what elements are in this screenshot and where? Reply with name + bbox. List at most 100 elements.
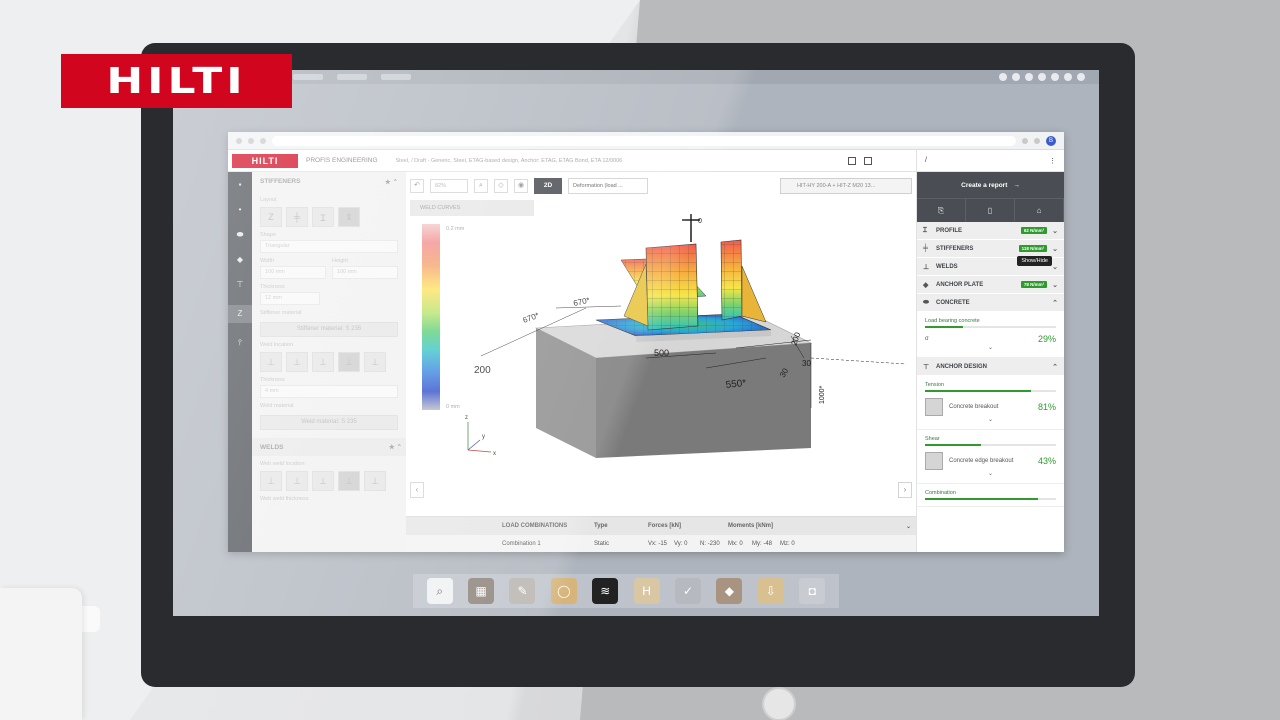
profile-avatar[interactable]: B bbox=[1046, 135, 1056, 146]
stiffeners-header[interactable]: STIFFENERS ★ ⌃ bbox=[260, 178, 398, 192]
table-header-row: LOAD COMBINATIONS Type Forces [kN] Momen… bbox=[406, 517, 916, 535]
create-report-button[interactable]: Create a report → bbox=[917, 172, 1064, 198]
3d-model-view[interactable]: 0 670* 670* 200 500 550* 30 30 200 1000*… bbox=[436, 208, 906, 498]
deformation-select[interactable]: Deformation (load ... bbox=[568, 178, 648, 194]
results-panel: Create a report → ⎘ ▯ ⌂ Ɪ PROFILE 62 N/m… bbox=[916, 172, 1064, 552]
desktop-status-dots bbox=[999, 73, 1085, 81]
search-app-icon[interactable]: ⌕ bbox=[426, 578, 453, 604]
rail-point-icon[interactable]: • bbox=[239, 205, 242, 215]
status-badge: 62 N/mm² bbox=[1020, 227, 1048, 234]
chevron-up-icon[interactable]: ⌃ bbox=[1052, 299, 1058, 307]
zoom-icon[interactable]: ⌕ bbox=[474, 179, 488, 193]
collapse-icon[interactable]: ⌄ bbox=[902, 523, 916, 530]
zoom-field[interactable]: 82% bbox=[430, 179, 468, 193]
chevron-down-icon[interactable]: ⌄ bbox=[1052, 245, 1058, 253]
weld-location-2-icon[interactable]: ⊥ bbox=[286, 352, 308, 372]
wifi-app-icon[interactable]: ≋ bbox=[592, 578, 619, 604]
diamond-app-icon[interactable]: ◆ bbox=[716, 578, 743, 604]
save-icon[interactable] bbox=[864, 156, 872, 165]
chevron-up-icon[interactable]: ★ ⌃ bbox=[385, 178, 398, 186]
power-button[interactable] bbox=[762, 687, 796, 720]
tag-icon[interactable]: ⌂ bbox=[1015, 199, 1064, 222]
welds-section-header[interactable]: WELDS ★ ⌃ bbox=[252, 438, 406, 456]
dim-200: 200 bbox=[474, 365, 491, 376]
layout-split-icon[interactable]: ⇕ bbox=[338, 207, 360, 227]
anchor-type-select[interactable]: HIT-HY 200-A + HIT-Z M20 13... bbox=[780, 178, 912, 194]
chevron-down-icon[interactable]: ⌄ bbox=[925, 470, 1056, 477]
right-header-text: / bbox=[925, 157, 927, 164]
weld-material-button[interactable]: Weld material: S 235 bbox=[260, 415, 398, 430]
edit-icon[interactable] bbox=[848, 156, 856, 165]
web-weld-3-icon[interactable]: ⊥ bbox=[312, 471, 334, 491]
check-app-icon[interactable]: ✓ bbox=[675, 578, 702, 604]
eye-icon[interactable]: ◉ bbox=[514, 179, 528, 193]
product-name: PROFIS ENGINEERING bbox=[306, 157, 378, 164]
undo-icon[interactable]: ↶ bbox=[410, 179, 424, 193]
rotate-icon[interactable]: ◇ bbox=[494, 179, 508, 193]
camera-app-icon[interactable]: ◘ bbox=[799, 578, 826, 604]
more-menu-icon[interactable]: ⋮ bbox=[1049, 157, 1056, 165]
export-icon[interactable]: ⎘ bbox=[917, 199, 966, 222]
rail-plate-icon[interactable]: ◆ bbox=[237, 255, 243, 265]
report-actions: ⎘ ▯ ⌂ bbox=[917, 198, 1064, 222]
width-field[interactable]: 100 mm bbox=[260, 266, 326, 279]
height-field[interactable]: 100 mm bbox=[332, 266, 398, 279]
rail-shape-icon[interactable]: ⬬ bbox=[237, 230, 244, 240]
view-2d-button[interactable]: 2D bbox=[534, 178, 562, 194]
result-concrete[interactable]: ⬬ CONCRETE ⌃ bbox=[917, 294, 1064, 312]
web-weld-thickness-label: Web weld thickness bbox=[260, 496, 309, 502]
search-icon[interactable] bbox=[1022, 137, 1028, 144]
thickness-field[interactable]: 12 mm bbox=[260, 292, 320, 305]
web-weld-2-icon[interactable]: ⊥ bbox=[286, 471, 308, 491]
circle-app-icon[interactable]: ◯ bbox=[550, 578, 577, 604]
layout-i-icon[interactable]: Ɪ bbox=[312, 207, 334, 227]
copy-icon[interactable]: ▯ bbox=[966, 199, 1015, 222]
forward-icon[interactable] bbox=[248, 137, 254, 144]
app-logo[interactable]: HILTI bbox=[232, 153, 298, 168]
anchor-design-header[interactable]: ⊤ ANCHOR DESIGN ⌃ bbox=[917, 358, 1064, 376]
stiffener-material-button[interactable]: Stiffener material: S 235 bbox=[260, 322, 398, 337]
web-weld-1-icon[interactable]: ⊥ bbox=[260, 471, 282, 491]
weld-location-5-icon[interactable]: ⊥ bbox=[364, 352, 386, 372]
table-row[interactable]: Combination 1 Static Vx: -15 Vy: 0 N: -2… bbox=[406, 535, 916, 552]
rail-app-icon[interactable]: ▪ bbox=[239, 180, 242, 190]
axis-z-label: z bbox=[465, 415, 468, 421]
rail-weld-icon[interactable]: ⫯ bbox=[238, 338, 241, 348]
chevron-up-icon[interactable]: ★ ⌃ bbox=[389, 443, 402, 451]
pen-app-icon[interactable]: ✎ bbox=[509, 578, 536, 604]
sigma-symbol: σ bbox=[925, 336, 929, 342]
chevron-down-icon[interactable]: ⌄ bbox=[925, 416, 1056, 423]
reload-icon[interactable] bbox=[260, 137, 266, 144]
weld-location-3-icon[interactable]: ⊥ bbox=[312, 352, 334, 372]
grid-app-icon[interactable]: ▦ bbox=[468, 578, 495, 604]
chevron-down-icon[interactable]: ⌄ bbox=[1052, 227, 1058, 235]
col-moments: Moments [kNm] bbox=[728, 523, 774, 529]
next-view-arrow[interactable]: › bbox=[898, 482, 912, 498]
layout-z-icon[interactable]: Z bbox=[260, 207, 282, 227]
result-profile[interactable]: Ɪ PROFILE 62 N/mm² ⌄ bbox=[917, 222, 1064, 240]
weld-thickness-field[interactable]: 4 mm bbox=[260, 385, 398, 398]
result-anchor-plate[interactable]: ◆ ANCHOR PLATE 78 N/mm² ⌄ bbox=[917, 276, 1064, 294]
download-app-icon[interactable]: ⇩ bbox=[757, 578, 784, 604]
address-field[interactable] bbox=[272, 135, 1016, 146]
web-weld-5-icon[interactable]: ⊥ bbox=[364, 471, 386, 491]
layout-cross-icon[interactable]: ╪ bbox=[286, 207, 308, 227]
model-viewport[interactable]: ↶ 82% ⌕ ◇ ◉ 2D Deformation (load ... HIT… bbox=[406, 172, 916, 552]
shape-select[interactable]: Triangular bbox=[260, 240, 398, 253]
chevron-down-icon[interactable]: ⌄ bbox=[925, 344, 1056, 351]
prev-view-arrow[interactable]: ‹ bbox=[410, 482, 424, 498]
viewport-toolbar: ↶ 82% ⌕ ◇ ◉ 2D Deformation (load ... bbox=[410, 178, 648, 194]
chevron-up-icon[interactable]: ⌃ bbox=[1052, 363, 1058, 371]
weld-location-4-icon[interactable]: ⊥ bbox=[338, 352, 360, 372]
axis-triad bbox=[467, 422, 492, 453]
back-icon[interactable] bbox=[236, 137, 242, 144]
tension-label: Concrete breakout bbox=[949, 404, 999, 410]
rail-stiffener-icon[interactable]: Z bbox=[228, 305, 252, 323]
h-app-icon[interactable]: H bbox=[633, 578, 660, 604]
chevron-down-icon[interactable]: ⌄ bbox=[1052, 281, 1058, 289]
weld-location-1-icon[interactable]: ⊥ bbox=[260, 352, 282, 372]
web-weld-4-icon[interactable]: ⊥ bbox=[338, 471, 360, 491]
star-icon[interactable] bbox=[1034, 137, 1040, 144]
rail-anchor-icon[interactable]: ⊤ bbox=[237, 280, 244, 290]
chevron-down-icon[interactable]: ⌄ bbox=[1052, 263, 1058, 271]
